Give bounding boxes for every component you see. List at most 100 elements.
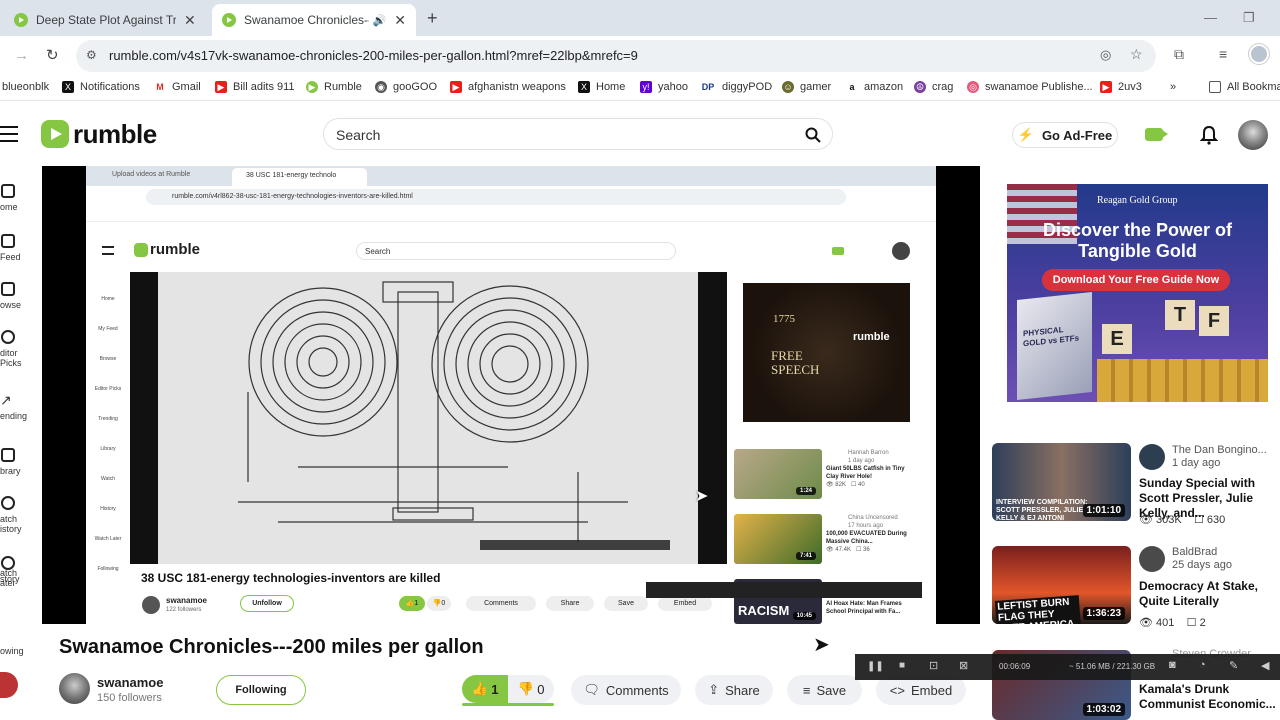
site-info-icon[interactable]: ⚙ [86, 48, 97, 62]
draw-pen-icon[interactable]: ✎ [1229, 659, 1238, 672]
bookmark-item[interactable]: ☮ crag [914, 81, 953, 93]
inner-side-item: Hannah Barron 1 day ago Giant 50LBS Catf… [826, 450, 905, 488]
channel-avatar[interactable] [1139, 444, 1165, 470]
bookmark-item[interactable]: ▶ Bill adits 911 [215, 81, 295, 93]
rumble-logo-text[interactable]: rumble [73, 119, 157, 150]
video-card-title[interactable]: Democracy At Stake, Quite Literally [1139, 579, 1280, 609]
capture-area-icon[interactable]: ⊡ [929, 659, 938, 672]
like-button[interactable]: 👍 1 [462, 675, 508, 703]
video-thumbnail[interactable]: INTERVIEW COMPILATION: SCOTT PRESSLER, J… [992, 443, 1131, 521]
bookmark-item[interactable]: a amazon [846, 81, 903, 93]
channel-name[interactable]: BaldBrad [1172, 546, 1217, 558]
inner-tab-active: 38 USC 181-energy technolo [232, 168, 367, 186]
save-button[interactable]: ≡ Save [787, 675, 862, 705]
nav-editor-picks[interactable]: ditor Picks [0, 330, 40, 368]
bookmark-item[interactable]: X Notifications [62, 81, 140, 93]
recording-size: ~ 51.06 MB / 221.30 GB [1069, 662, 1156, 671]
inner-bookmarks-bar [86, 208, 936, 222]
bookmark-item[interactable]: ☺ gamer [782, 81, 831, 93]
bookmark-item[interactable]: X Home [578, 81, 625, 93]
browser-tab-active[interactable]: Swanamoe Chronicles---200 🔊 ✕ [212, 4, 416, 36]
editor-picks-icon [1, 330, 15, 344]
address-bar[interactable]: ⚙ rumble.com/v4s17vk-swanamoe-chronicles… [76, 40, 1156, 72]
profile-avatar[interactable] [1249, 44, 1269, 64]
bookmark-item[interactable]: ◎ swanamoe Publishe... [967, 81, 1093, 93]
comments-button[interactable]: 🗨 Comments [571, 675, 681, 705]
bookmark-item[interactable]: ▶ 2uv3 [1100, 81, 1142, 93]
nav-browse[interactable]: owse [0, 282, 40, 310]
search-icon[interactable] [805, 127, 821, 143]
nav-library[interactable]: brary [0, 448, 40, 476]
speaker-icon[interactable]: 🔊 [373, 14, 387, 27]
channel-avatar[interactable] [59, 673, 90, 704]
new-tab-icon[interactable]: + [427, 8, 438, 29]
camera-icon[interactable]: ◙ [1169, 659, 1176, 671]
ad-book: PHYSICAL GOLD vs ETFs [1017, 292, 1092, 400]
mouse-cursor-icon: ➤ [695, 488, 709, 505]
stop-icon[interactable]: ■ [899, 660, 905, 671]
reload-icon[interactable]: ↻ [46, 46, 59, 64]
rumble-favicon-icon [14, 13, 28, 27]
bookmark-item[interactable]: ▶ Rumble [306, 81, 362, 93]
following-button[interactable]: Following [216, 675, 306, 705]
volume-icon[interactable]: ◀ [1261, 659, 1269, 672]
video-card-title[interactable]: Kamala's Drunk Communist Economic... [1139, 682, 1280, 712]
channel-avatar[interactable] [1139, 546, 1165, 572]
rumble-logo-icon[interactable] [41, 120, 69, 148]
inner-comments-button: Comments [466, 596, 536, 611]
video-thumbnail[interactable]: LEFTIST BURN FLAG THEY HATE AMERICA 1:36… [992, 546, 1131, 624]
inner-tab: Upload videos at Rumble [112, 171, 191, 178]
inner-recorder-toolbar [646, 582, 922, 598]
nav-my-feed[interactable]: Feed [0, 234, 40, 262]
nav-home[interactable]: ome [0, 184, 40, 212]
bookmark-item[interactable]: blueonblk [2, 81, 49, 93]
maximize-icon[interactable]: ❐ [1243, 10, 1255, 26]
reading-list-icon[interactable]: ≡ [1219, 46, 1227, 62]
browser-tab[interactable]: Deep State Plot Against Trump ✕ [4, 4, 210, 36]
ad-cta-button[interactable]: Download Your Free Guide Now [1042, 269, 1230, 291]
video-player[interactable]: Upload videos at Rumble 38 USC 181-energ… [42, 166, 980, 624]
nav-watch-later[interactable]: atch ater [0, 568, 40, 588]
following-avatar[interactable] [0, 672, 18, 698]
timer-icon[interactable]: ◔ [1199, 659, 1206, 671]
user-avatar[interactable] [1238, 120, 1268, 150]
eye-off-icon[interactable]: ◎ [1100, 47, 1111, 63]
close-tab-icon[interactable]: ✕ [184, 12, 196, 29]
dislike-button[interactable]: 👎 0 [508, 675, 554, 703]
nav-following[interactable]: owing [0, 646, 40, 656]
bookmark-item[interactable]: M Gmail [154, 81, 201, 93]
close-tab-icon[interactable]: ✕ [394, 12, 406, 29]
window-capture-icon[interactable]: ⊠ [959, 659, 968, 672]
screen-recorder-toolbar[interactable]: ❚❚ ■ ⊡ ⊠ 00:06:09 ~ 51.06 MB / 221.30 GB… [855, 654, 1280, 680]
upload-video-icon[interactable] [1145, 128, 1168, 141]
channel-name[interactable]: swanamoe [97, 675, 163, 690]
more-bookmarks-icon[interactable]: » [1170, 81, 1176, 93]
nav-trending[interactable]: ↗ ending [0, 392, 40, 421]
nav-watch-history[interactable]: atch istory [0, 496, 40, 534]
all-bookmarks-folder[interactable]: All Bookma [1209, 81, 1280, 93]
inner-thumb: 7:41 [734, 514, 822, 564]
ad-block: F [1199, 306, 1229, 336]
share-button[interactable]: ⇪ Share [695, 675, 773, 705]
bookmark-item[interactable]: ◉ gooGOO [375, 81, 437, 93]
go-ad-free-button[interactable]: ⚡ Go Ad-Free [1012, 122, 1118, 148]
extensions-icon[interactable]: ⧉ [1174, 46, 1184, 63]
hamburger-menu-icon[interactable] [0, 126, 18, 142]
search-input[interactable]: Search [323, 118, 833, 150]
inner-side-item: China Uncensored 17 hours ago 100,000 EV… [826, 515, 907, 553]
pause-icon[interactable]: ❚❚ [867, 661, 884, 672]
bookmark-item[interactable]: DP diggyPOD [700, 81, 772, 93]
bookmark-star-icon[interactable]: ☆ [1130, 46, 1143, 63]
notifications-bell-icon[interactable] [1200, 125, 1218, 145]
channel-name[interactable]: The Dan Bongino... [1172, 444, 1267, 456]
inner-share-button: Share [546, 596, 594, 611]
gold-advertisement[interactable]: Reagan Gold Group Discover the Power of … [1007, 184, 1268, 402]
bookmark-item[interactable]: ▶ afghanistn weapons [450, 81, 566, 93]
video-stats: 👁 303K ☐ 630 [1139, 514, 1226, 526]
inner-followers: 122 followers [166, 607, 202, 613]
minimize-icon[interactable]: — [1204, 10, 1217, 25]
site-header: rumble Search ⚡ Go Ad-Free [0, 102, 1280, 166]
bookmark-item[interactable]: y! yahoo [640, 81, 688, 93]
forward-icon[interactable]: → [14, 47, 29, 64]
bookmarks-bar: blueonblk X Notifications M Gmail ▶ Bill ad… [0, 76, 1280, 100]
